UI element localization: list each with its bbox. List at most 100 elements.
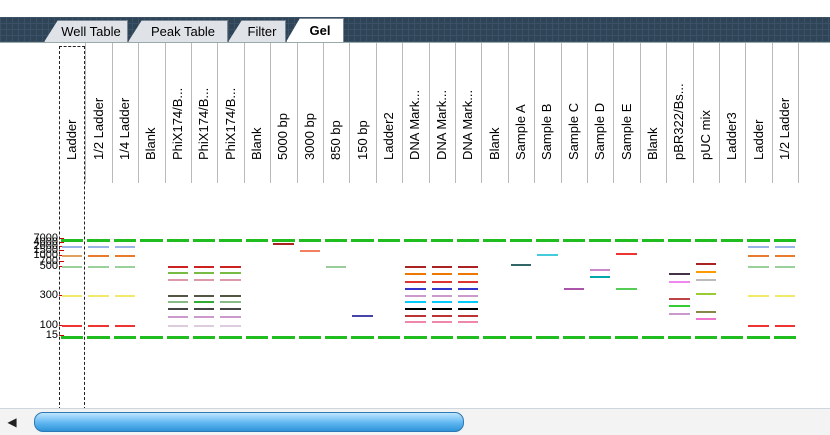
gel-view[interactable]: Ladder 1/2 Ladder 1/4 Ladder Blank PhiX174/B…: [0, 42, 830, 409]
sample-band: [167, 325, 188, 327]
lane-header[interactable]: pBR322/Bs...: [666, 43, 694, 183]
lane-header[interactable]: 3000 bp: [297, 43, 324, 183]
lane-header[interactable]: Sample E: [613, 43, 641, 183]
sample-band: [774, 295, 796, 297]
upper-marker-band: [377, 239, 401, 242]
lane-header[interactable]: Ladder2: [376, 43, 404, 183]
upper-marker-band: [61, 239, 84, 242]
sample-band: [458, 295, 479, 297]
tab-well-table[interactable]: Well Table: [44, 20, 128, 42]
lane-label: DNA Mark...: [407, 89, 423, 160]
sample-band: [695, 293, 716, 295]
lane-label: PhiX174/B...: [169, 87, 185, 160]
tab-gel[interactable]: Gel: [286, 18, 344, 42]
sample-band: [405, 295, 426, 297]
sample-band: [695, 279, 716, 281]
lane-header[interactable]: 1/2 Ladder: [772, 43, 800, 183]
lower-marker-band: [377, 336, 401, 339]
lower-marker-band: [747, 336, 770, 339]
lane-header[interactable]: Ladder: [59, 43, 87, 183]
sample-band: [88, 295, 109, 297]
sample-band: [114, 266, 136, 268]
sample-band: [167, 308, 188, 310]
sample-band: [220, 301, 241, 303]
sample-band: [458, 301, 479, 303]
sample-band: [167, 301, 188, 303]
sample-band: [590, 276, 611, 278]
sample-band: [431, 273, 452, 275]
upper-marker-band: [404, 239, 427, 242]
sample-band: [194, 266, 215, 268]
lane-header[interactable]: DNA Mark...: [402, 43, 430, 183]
sample-band: [431, 315, 452, 317]
upper-marker-band: [615, 239, 638, 242]
upper-marker-band: [325, 239, 348, 242]
upper-marker-band: [668, 239, 691, 242]
lane-header[interactable]: Sample B: [534, 43, 562, 183]
lane-header[interactable]: PhiX174/B...: [165, 43, 192, 183]
lane-label: 3000 bp: [301, 113, 317, 160]
lower-marker-band: [272, 336, 295, 339]
sample-band: [458, 308, 479, 310]
lane-header[interactable]: Sample A: [508, 43, 536, 183]
lane-label: 150 bp: [354, 120, 370, 160]
lane-header[interactable]: PhiX174/B...: [191, 43, 219, 183]
sample-band: [431, 308, 452, 310]
lane-label: DNA Mark...: [433, 89, 449, 160]
lane-header[interactable]: 1/2 Ladder: [85, 43, 113, 183]
size-marker-label: 300: [39, 289, 58, 301]
sample-band: [62, 295, 83, 297]
sample-band: [669, 298, 690, 300]
sample-band: [88, 325, 109, 327]
lane-header[interactable]: 150 bp: [349, 43, 377, 183]
scroll-thumb[interactable]: [34, 412, 464, 432]
sample-band: [431, 301, 452, 303]
size-marker-tick: [59, 261, 64, 262]
lower-marker-band: [589, 336, 612, 339]
lower-marker-band: [615, 336, 638, 339]
lane-header[interactable]: Blank: [138, 43, 166, 183]
lower-marker-band: [245, 336, 269, 339]
sample-band: [220, 316, 241, 318]
lane-header[interactable]: pUC mix: [693, 43, 720, 183]
lower-marker-band: [193, 336, 216, 339]
tab-filter[interactable]: Filter: [228, 20, 286, 42]
sample-band: [405, 281, 426, 283]
sample-band: [774, 266, 796, 268]
sample-band: [695, 311, 716, 313]
sample-band: [669, 313, 690, 315]
sample-band: [590, 269, 611, 271]
upper-marker-band: [694, 239, 717, 242]
lane-header[interactable]: Ladder3: [719, 43, 747, 183]
lane-header[interactable]: 850 bp: [323, 43, 351, 183]
lower-marker-band: [113, 336, 137, 339]
lane-header[interactable]: 1/4 Ladder: [112, 43, 140, 183]
lane-header[interactable]: Ladder: [745, 43, 773, 183]
lane-header[interactable]: Blank: [640, 43, 668, 183]
sample-band: [774, 246, 796, 248]
lower-marker-band: [668, 336, 691, 339]
sample-band: [458, 266, 479, 268]
lane-header[interactable]: 5000 bp: [270, 43, 298, 183]
lane-header[interactable]: Sample D: [587, 43, 615, 183]
sample-band: [194, 295, 215, 297]
upper-marker-band: [562, 239, 585, 242]
lane-header[interactable]: DNA Mark...: [455, 43, 483, 183]
tab-label: Gel: [309, 22, 331, 38]
size-marker-label: 15: [45, 329, 58, 341]
lane-header[interactable]: Blank: [244, 43, 272, 183]
scroll-left-arrow-icon[interactable]: ◀: [4, 414, 20, 430]
lane-header[interactable]: PhiX174/B...: [217, 43, 245, 183]
lane-header[interactable]: DNA Mark...: [429, 43, 456, 183]
sample-band: [537, 254, 558, 256]
tab-label: Well Table: [61, 23, 121, 39]
lane-label: DNA Mark...: [460, 89, 476, 160]
upper-marker-band: [193, 239, 216, 242]
lane-header[interactable]: Sample C: [561, 43, 588, 183]
tab-peak-table[interactable]: Peak Table: [128, 20, 228, 42]
lane-header[interactable]: Blank: [481, 43, 509, 183]
lower-marker-band: [509, 336, 533, 339]
size-marker-tick: [59, 250, 64, 251]
sample-band: [458, 288, 479, 290]
horizontal-scrollbar[interactable]: ◀: [0, 408, 830, 435]
